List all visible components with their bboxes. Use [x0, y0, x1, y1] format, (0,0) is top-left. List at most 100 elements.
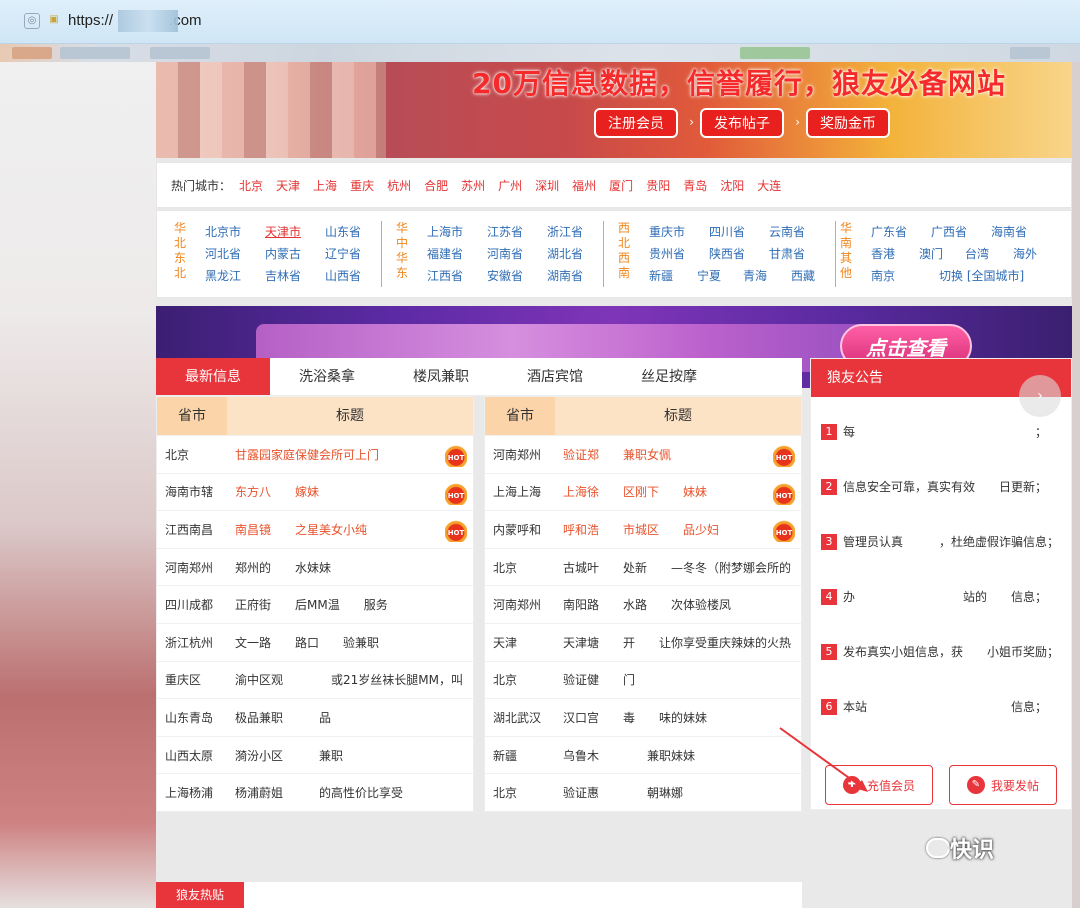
hot-city-link[interactable]: 福州: [572, 177, 596, 194]
row-title-link[interactable]: 甘露园家庭保健会所可上门: [227, 446, 473, 463]
table-row[interactable]: 上海上海 上海徐 区刚下 妹妹 HOT: [485, 472, 801, 511]
table-row[interactable]: 山西太原 漪汾小区 兼职: [157, 735, 473, 774]
announcement-item[interactable]: 5 发布真实小姐信息，获 小姐币奖励；: [821, 643, 1059, 660]
region-city-link[interactable]: 青海: [743, 267, 767, 284]
table-row[interactable]: 上海杨浦 杨浦蔚姐 的高性价比享受: [157, 773, 473, 811]
table-row[interactable]: 北京 甘露园家庭保健会所可上门 HOT: [157, 435, 473, 473]
region-city-link[interactable]: 内蒙古: [265, 245, 301, 262]
row-title-link[interactable]: 杨浦蔚姐 的高性价比享受: [227, 784, 473, 801]
row-title-link[interactable]: 呼和浩 市城区 品少妇: [555, 521, 801, 538]
announcement-item[interactable]: 2 信息安全可靠，真实有效 日更新；: [821, 478, 1047, 495]
region-city-link[interactable]: 浙江省: [547, 223, 583, 240]
reward-coins-button[interactable]: 奖励金币: [806, 108, 890, 138]
region-city-link[interactable]: 海外: [1013, 245, 1037, 262]
region-city-link[interactable]: 云南省: [769, 223, 805, 240]
region-city-link[interactable]: 西藏: [791, 267, 815, 284]
row-title-link[interactable]: 上海徐 区刚下 妹妹: [555, 483, 801, 500]
region-city-link[interactable]: 北京市: [205, 223, 241, 240]
row-title-link[interactable]: 郑州的 水妹妹: [227, 559, 473, 576]
row-title-link[interactable]: 乌鲁木 兼职妹妹: [555, 747, 801, 764]
table-row[interactable]: 江西南昌 南昌镜 之星美女小纯 HOT: [157, 510, 473, 548]
region-city-link[interactable]: 湖南省: [547, 267, 583, 284]
region-city-link[interactable]: 天津市: [265, 223, 301, 240]
table-row[interactable]: 北京 验证健 门: [485, 660, 801, 699]
row-title-link[interactable]: 天津塘 开 让你享受重庆辣妹的火热: [555, 634, 801, 651]
region-city-link[interactable]: 重庆市: [649, 223, 685, 240]
region-city-link[interactable]: 安徽省: [487, 267, 523, 284]
chevron-right-icon[interactable]: ›: [1019, 375, 1061, 417]
region-city-link[interactable]: 黑龙江: [205, 267, 241, 284]
table-row[interactable]: 海南市辖 东方八 嫁妹 HOT: [157, 472, 473, 511]
hot-city-link[interactable]: 重庆: [350, 177, 374, 194]
hot-city-link[interactable]: 厦门: [609, 177, 633, 194]
row-title-link[interactable]: 漪汾小区 兼职: [227, 747, 473, 764]
register-member-button[interactable]: 注册会员 ›: [594, 108, 694, 138]
hot-city-link[interactable]: 大连: [757, 177, 781, 194]
announcement-item[interactable]: 1 每 ；: [821, 423, 1047, 440]
switch-all-cities-link[interactable]: 切换 [全国城市]: [939, 267, 1024, 284]
table-row[interactable]: 河南郑州 郑州的 水妹妹: [157, 547, 473, 586]
row-title-link[interactable]: 文一路 路口 验兼职: [227, 634, 473, 651]
region-city-link[interactable]: 南京: [871, 267, 895, 284]
announcement-item[interactable]: 4 办 站的 信息；: [821, 588, 1047, 605]
hot-city-link[interactable]: 上海: [313, 177, 337, 194]
region-city-link[interactable]: 澳门: [919, 245, 943, 262]
hot-city-link[interactable]: 沈阳: [720, 177, 744, 194]
hot-city-link[interactable]: 深圳: [535, 177, 559, 194]
hot-city-link[interactable]: 天津: [276, 177, 300, 194]
hot-city-link[interactable]: 合肥: [424, 177, 448, 194]
region-city-link[interactable]: 湖北省: [547, 245, 583, 262]
row-title-link[interactable]: 汉口宫 毒 味的妹妹: [555, 709, 801, 726]
hot-posts-label[interactable]: 狼友热贴: [156, 882, 244, 908]
hot-city-link[interactable]: 贵阳: [646, 177, 670, 194]
tab-latest[interactable]: 最新信息: [156, 358, 270, 395]
row-title-link[interactable]: 渝中区观 或21岁丝袜长腿MM，叫: [227, 671, 473, 688]
shield-icon[interactable]: ◎: [24, 13, 40, 29]
region-city-link[interactable]: 海南省: [991, 223, 1027, 240]
bookmark-item[interactable]: [60, 47, 130, 59]
bookmark-item[interactable]: [1010, 47, 1050, 59]
hot-city-link[interactable]: 北京: [239, 177, 263, 194]
region-city-link[interactable]: 陕西省: [709, 245, 745, 262]
region-city-link[interactable]: 上海市: [427, 223, 463, 240]
hot-city-link[interactable]: 青岛: [683, 177, 707, 194]
bookmark-item[interactable]: [12, 47, 52, 59]
region-city-link[interactable]: 辽宁省: [325, 245, 361, 262]
table-row[interactable]: 北京 古城叶 处新 —冬冬（附梦娜会所的: [485, 547, 801, 586]
region-city-link[interactable]: 贵州省: [649, 245, 685, 262]
row-title-link[interactable]: 古城叶 处新 —冬冬（附梦娜会所的: [555, 559, 801, 576]
region-city-link[interactable]: 吉林省: [265, 267, 301, 284]
tab-hotel[interactable]: 酒店宾馆: [498, 358, 612, 395]
row-title-link[interactable]: 南阳路 水路 次体验楼凤: [555, 596, 801, 613]
table-row[interactable]: 新疆 乌鲁木 兼职妹妹: [485, 735, 801, 774]
table-row[interactable]: 天津 天津塘 开 让你享受重庆辣妹的火热: [485, 622, 801, 661]
table-row[interactable]: 湖北武汉 汉口宫 毒 味的妹妹: [485, 698, 801, 736]
row-title-link[interactable]: 正府街 后MM温 服务: [227, 596, 473, 613]
tab-massage[interactable]: 丝足按摩: [612, 358, 726, 395]
region-city-link[interactable]: 广西省: [931, 223, 967, 240]
hot-city-link[interactable]: 广州: [498, 177, 522, 194]
hot-city-link[interactable]: 苏州: [461, 177, 485, 194]
region-city-link[interactable]: 山西省: [325, 267, 361, 284]
bookmark-item[interactable]: [740, 47, 810, 59]
post-button[interactable]: ✎ 我要发帖: [949, 765, 1057, 805]
table-row[interactable]: 山东青岛 极品兼职 品: [157, 698, 473, 736]
row-title-link[interactable]: 验证惠 朝琳娜: [555, 784, 801, 801]
region-city-link[interactable]: 山东省: [325, 223, 361, 240]
region-city-link[interactable]: 河北省: [205, 245, 241, 262]
row-title-link[interactable]: 东方八 嫁妹: [227, 483, 473, 500]
announcement-item[interactable]: 3 管理员认真 ，杜绝虚假诈骗信息；: [821, 533, 1059, 550]
row-title-link[interactable]: 验证健 门: [555, 671, 801, 688]
region-city-link[interactable]: 江西省: [427, 267, 463, 284]
row-title-link[interactable]: 南昌镜 之星美女小纯: [227, 521, 473, 538]
tab-part-time[interactable]: 楼凤兼职: [384, 358, 498, 395]
table-row[interactable]: 内蒙呼和 呼和浩 市城区 品少妇 HOT: [485, 510, 801, 548]
region-city-link[interactable]: 广东省: [871, 223, 907, 240]
row-title-link[interactable]: 验证郑 兼职女佩: [555, 446, 801, 463]
table-row[interactable]: 浙江杭州 文一路 路口 验兼职: [157, 622, 473, 661]
table-row[interactable]: 北京 验证惠 朝琳娜: [485, 773, 801, 811]
region-city-link[interactable]: 河南省: [487, 245, 523, 262]
region-city-link[interactable]: 江苏省: [487, 223, 523, 240]
publish-post-button[interactable]: 发布帖子 ›: [700, 108, 800, 138]
region-city-link[interactable]: 甘肃省: [769, 245, 805, 262]
